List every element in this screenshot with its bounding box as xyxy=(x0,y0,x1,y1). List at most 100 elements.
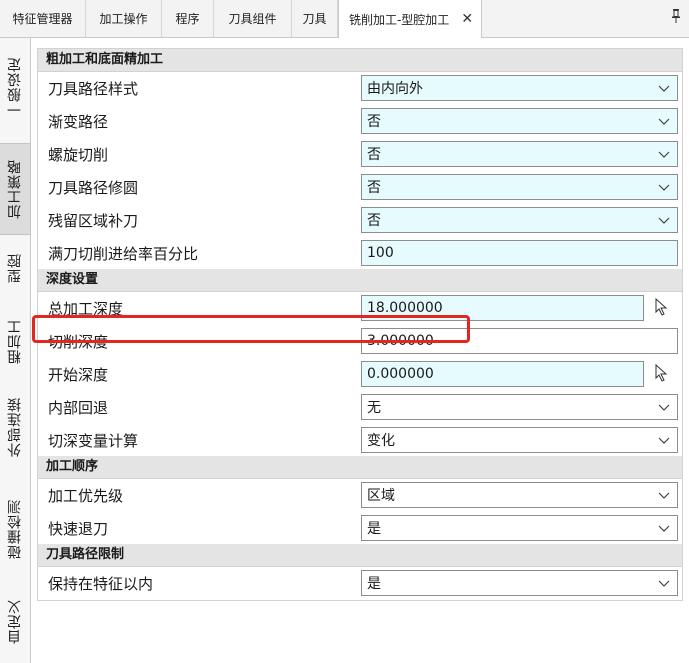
prop-row-start-depth: 开始深度 0.000000 xyxy=(38,358,682,391)
chevron-down-icon xyxy=(658,184,670,191)
input-value: 0.000000 xyxy=(367,366,434,382)
prop-row-internal-retract: 内部回退 无 xyxy=(38,391,682,424)
input-value: 100 xyxy=(367,245,394,261)
input-value: 18.000000 xyxy=(367,300,443,316)
prop-label: 总加工深度 xyxy=(48,300,124,318)
depth-variable-select[interactable]: 变化 xyxy=(361,427,678,453)
select-value: 变化 xyxy=(367,433,395,449)
side-tab-general[interactable]: 一般设定 xyxy=(0,38,30,136)
select-value: 无 xyxy=(367,400,381,416)
chevron-down-icon xyxy=(658,492,670,499)
side-tab-pocket[interactable]: 型腔 xyxy=(0,238,30,298)
select-value: 区域 xyxy=(367,488,395,504)
prop-label: 螺旋切削 xyxy=(48,146,109,164)
prop-label: 加工优先级 xyxy=(48,487,124,505)
select-value: 否 xyxy=(367,147,381,163)
tab-tool-assembly[interactable]: 刀具组件 xyxy=(214,0,292,37)
chevron-down-icon xyxy=(658,151,670,158)
toolpath-rounding-select[interactable]: 否 xyxy=(361,174,678,200)
property-grid: 粗加工和底面精加工 刀具路径样式 由内向外 渐变路径 否 螺旋切削 否 刀具路径… xyxy=(37,48,683,601)
prop-label: 满刀切削进给率百分比 xyxy=(48,244,199,263)
chevron-down-icon xyxy=(658,525,670,532)
side-tab-strategy[interactable]: 加工策略 xyxy=(0,143,30,235)
pin-icon[interactable] xyxy=(671,9,681,27)
prop-row-depth-variable: 切深变量计算 变化 xyxy=(38,424,682,456)
select-value: 否 xyxy=(367,180,381,196)
total-depth-input[interactable]: 18.000000 xyxy=(361,295,644,321)
side-tab-label: 一般设定 xyxy=(7,57,23,117)
side-tab-label: 自定义 xyxy=(7,598,23,644)
tab-feature-manager[interactable]: 特征管理器 xyxy=(0,0,86,37)
keep-in-feature-select[interactable]: 是 xyxy=(361,570,678,596)
toolpath-style-select[interactable]: 由内向外 xyxy=(361,75,678,101)
select-value: 是 xyxy=(367,576,381,592)
prop-row-toolpath-style: 刀具路径样式 由内向外 xyxy=(38,72,682,105)
side-tab-label: 碰撞检测 xyxy=(7,499,23,559)
cut-depth-input[interactable]: 3.000000 xyxy=(361,328,678,354)
section-header-order: 加工顺序 xyxy=(38,456,682,479)
prop-label: 保持在特征以内 xyxy=(48,575,154,593)
tab-bar: 特征管理器 加工操作 程序 刀具组件 刀具 铣削加工-型腔加工 ✕ xyxy=(0,0,689,38)
tab-milling-pocket[interactable]: 铣削加工-型腔加工 ✕ xyxy=(338,0,482,38)
prop-row-spiral-cut: 螺旋切削 否 xyxy=(38,138,682,171)
ramp-path-select[interactable]: 否 xyxy=(361,108,678,134)
tab-tools[interactable]: 刀具 xyxy=(292,0,338,37)
section-header-limit: 刀具路径限制 xyxy=(38,544,682,567)
select-value: 否 xyxy=(367,213,381,229)
side-tab-custom[interactable]: 自定义 xyxy=(0,586,30,656)
prop-label: 切深变量计算 xyxy=(48,431,139,450)
prop-row-cut-depth: 切削深度 3.000000 xyxy=(38,325,682,358)
tab-label: 铣削加工-型腔加工 xyxy=(348,12,450,27)
prop-label: 开始深度 xyxy=(48,366,109,384)
side-tab-label: 粗加工 xyxy=(7,318,23,364)
select-point-icon[interactable] xyxy=(654,364,668,382)
chevron-down-icon xyxy=(658,437,670,444)
tab-label: 程序 xyxy=(175,12,200,26)
prop-label: 残留区域补刀 xyxy=(48,212,139,230)
chevron-down-icon xyxy=(658,85,670,92)
side-tab-collision[interactable]: 碰撞检测 xyxy=(0,483,30,575)
full-cut-feed-input[interactable]: 100 xyxy=(361,240,678,266)
chevron-down-icon xyxy=(658,580,670,587)
prop-row-machining-priority: 加工优先级 区域 xyxy=(38,479,682,512)
side-tab-label: 加工策略 xyxy=(7,159,23,219)
side-tab-roughing[interactable]: 粗加工 xyxy=(0,308,30,374)
side-tab-bar: 一般设定 加工策略 型腔 粗加工 外部连接 碰撞检测 自定义 xyxy=(0,38,31,663)
side-tab-external-link[interactable]: 外部连接 xyxy=(0,383,30,471)
internal-retract-select[interactable]: 无 xyxy=(361,394,678,420)
prop-label: 刀具路径修圆 xyxy=(48,179,139,197)
prop-label: 内部回退 xyxy=(48,399,109,417)
start-depth-input[interactable]: 0.000000 xyxy=(361,361,644,387)
prop-row-rapid-retract: 快速退刀 是 xyxy=(38,512,682,544)
chevron-down-icon xyxy=(658,404,670,411)
prop-row-ramp-path: 渐变路径 否 xyxy=(38,105,682,138)
prop-row-total-depth: 总加工深度 18.000000 xyxy=(38,292,682,325)
prop-row-full-cut-feed: 满刀切削进给率百分比 100 xyxy=(38,237,682,269)
tab-label: 特征管理器 xyxy=(12,12,73,26)
select-value: 是 xyxy=(367,521,381,537)
select-value: 否 xyxy=(367,114,381,130)
section-header-depth: 深度设置 xyxy=(38,269,682,292)
rest-machining-select[interactable]: 否 xyxy=(361,207,678,233)
tab-label: 加工操作 xyxy=(99,12,148,26)
tab-label: 刀具 xyxy=(302,12,327,26)
tab-machining-operations[interactable]: 加工操作 xyxy=(86,0,162,37)
spiral-cut-select[interactable]: 否 xyxy=(361,141,678,167)
rapid-retract-select[interactable]: 是 xyxy=(361,515,678,541)
close-icon[interactable]: ✕ xyxy=(461,11,473,27)
chevron-down-icon xyxy=(658,118,670,125)
side-tab-label: 型腔 xyxy=(7,253,23,283)
prop-row-keep-in-feature: 保持在特征以内 是 xyxy=(38,567,682,600)
select-value: 由内向外 xyxy=(367,81,423,97)
prop-label: 快速退刀 xyxy=(48,519,109,538)
prop-label: 渐变路径 xyxy=(48,113,109,131)
prop-row-rest-machining: 残留区域补刀 否 xyxy=(38,204,682,237)
machining-priority-select[interactable]: 区域 xyxy=(361,482,678,508)
select-point-icon[interactable] xyxy=(654,298,668,316)
input-value: 3.000000 xyxy=(367,333,434,349)
tab-program[interactable]: 程序 xyxy=(162,0,214,37)
prop-row-toolpath-rounding: 刀具路径修圆 否 xyxy=(38,171,682,204)
side-tab-label: 外部连接 xyxy=(7,397,23,457)
prop-label: 刀具路径样式 xyxy=(48,80,139,98)
section-header-rough: 粗加工和底面精加工 xyxy=(38,49,682,72)
